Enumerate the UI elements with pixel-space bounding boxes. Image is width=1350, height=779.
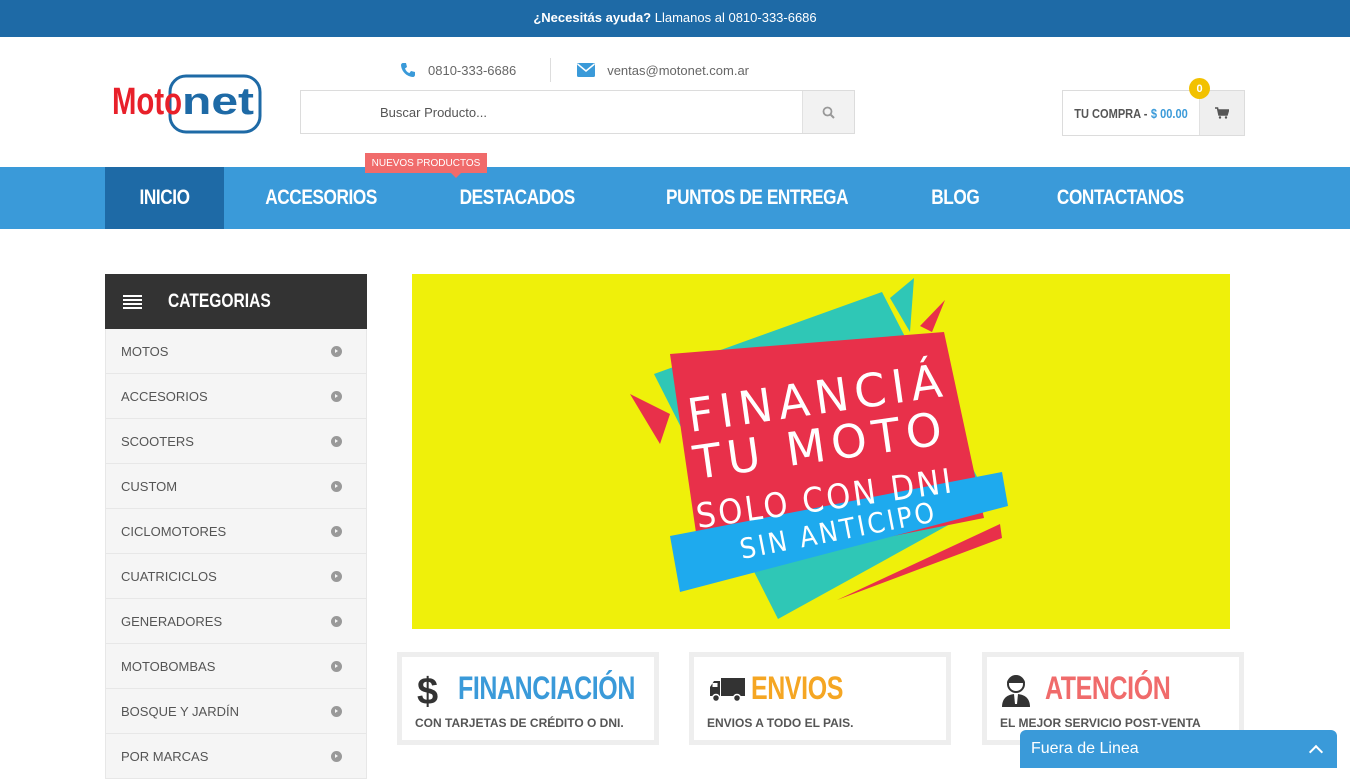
phone-icon — [401, 63, 415, 77]
category-item-motobombas[interactable]: MOTOBOMBAS — [105, 644, 367, 689]
main-nav: INICIO ACCESORIOS DESTACADOS PUNTOS DE E… — [0, 167, 1350, 229]
category-label: CICLOMOTORES — [121, 523, 227, 539]
nav-label: INICIO — [139, 186, 191, 209]
nav-label: BLOG — [931, 186, 980, 209]
phone-contact[interactable]: 0810-333-6686 — [400, 62, 516, 78]
category-item-ciclomotores[interactable]: CICLOMOTORES — [105, 509, 367, 554]
feature-title: ENVIOS — [751, 670, 843, 706]
category-item-accesorios[interactable]: ACCESORIOS — [105, 374, 367, 419]
svg-text:$: $ — [417, 673, 438, 707]
arrow-circle-right-icon — [331, 750, 342, 762]
search-input[interactable] — [301, 91, 802, 133]
nav-item-contactanos[interactable]: CONTACTANOS — [1014, 167, 1227, 229]
cart-button[interactable] — [1199, 91, 1244, 135]
feature-title: ATENCIÓN — [1045, 670, 1171, 706]
new-products-badge: NUEVOS PRODUCTOS — [365, 153, 487, 178]
product-search — [300, 90, 855, 134]
feature-subtitle: ENVIOS A TODO EL PAIS. — [707, 716, 854, 730]
top-help-bar: ¿Necesitás ayuda? Llamanos al 0810-333-6… — [0, 0, 1350, 37]
categories-title: CATEGORIAS — [168, 290, 271, 312]
chevron-up-icon[interactable] — [1308, 744, 1324, 760]
feature-envios: ENVIOS ENVIOS A TODO EL PAIS. — [689, 652, 951, 745]
feature-title: FINANCIACIÓN — [458, 670, 635, 706]
cart-amount: $ 00.00 — [1150, 105, 1188, 121]
feature-subtitle: CON TARJETAS DE CRÉDITO O DNI. — [415, 716, 624, 730]
category-label: GENERADORES — [121, 613, 223, 629]
category-label: MOTOS — [121, 343, 169, 359]
help-strong-text: ¿Necesitás ayuda? — [533, 10, 652, 25]
category-item-scooters[interactable]: SCOOTERS — [105, 419, 367, 464]
nav-item-blog[interactable]: BLOG — [897, 167, 1014, 229]
cart-summary[interactable]: TU COMPRA - $ 00.00 — [1073, 91, 1189, 135]
nav-item-destacados[interactable]: DESTACADOS — [418, 167, 616, 229]
category-label: MOTOBOMBAS — [121, 658, 216, 674]
arrow-circle-right-icon — [331, 660, 342, 672]
support-agent-icon — [1002, 675, 1030, 707]
cart-count-badge: 0 — [1189, 78, 1210, 99]
cart-label: TU COMPRA - — [1074, 105, 1148, 121]
category-item-por-marcas[interactable]: POR MARCAS — [105, 734, 367, 779]
cart-widget[interactable]: TU COMPRA - $ 00.00 — [1062, 90, 1245, 136]
category-label: BOSQUE Y JARDÍN — [121, 703, 239, 719]
search-button[interactable] — [802, 91, 854, 133]
category-item-motos[interactable]: MOTOS — [105, 329, 367, 374]
category-label: CUATRICICLOS — [121, 568, 217, 584]
arrow-circle-right-icon — [331, 570, 342, 582]
feature-financiacion: $ FINANCIACIÓN CON TARJETAS DE CRÉDITO O… — [397, 652, 659, 745]
category-label: SCOOTERS — [121, 433, 194, 449]
arrow-circle-right-icon — [331, 705, 342, 717]
help-phone-text: Llamanos al 0810-333-6686 — [654, 10, 817, 25]
category-label: POR MARCAS — [121, 748, 209, 764]
nav-item-inicio[interactable]: INICIO — [105, 167, 225, 229]
promo-graphic: FINANCIÁ TU MOTO SOLO CON DNI SIN ANTICI… — [630, 278, 1008, 619]
shopping-cart-icon — [1215, 107, 1229, 119]
category-item-cuatriciclos[interactable]: CUATRICICLOS — [105, 554, 367, 599]
arrow-circle-right-icon — [331, 390, 342, 402]
arrow-circle-right-icon — [331, 480, 342, 492]
categories-list: MOTOS ACCESORIOS SCOOTERS CUSTOM CICLOMO… — [105, 329, 367, 779]
search-icon — [822, 106, 835, 119]
contact-row: 0810-333-6686 ventas@motonet.com.ar — [400, 58, 749, 82]
phone-number: 0810-333-6686 — [428, 62, 517, 78]
email-contact[interactable]: ventas@motonet.com.ar — [577, 63, 749, 78]
dollar-icon: $ — [417, 673, 438, 707]
svg-text:net: net — [182, 81, 254, 123]
feature-subtitle: EL MEJOR SERVICIO POST-VENTA — [1000, 716, 1201, 730]
arrow-circle-right-icon — [331, 345, 342, 357]
arrow-circle-right-icon — [331, 615, 342, 627]
arrow-circle-right-icon — [331, 435, 342, 447]
nav-label: DESTACADOS — [460, 186, 576, 209]
promo-banner[interactable]: FINANCIÁ TU MOTO SOLO CON DNI SIN ANTICI… — [412, 274, 1230, 629]
contact-divider — [550, 58, 552, 82]
email-address: ventas@motonet.com.ar — [607, 62, 750, 78]
nav-label: CONTACTANOS — [1056, 186, 1184, 209]
menu-list-icon — [123, 294, 142, 309]
truck-icon — [710, 678, 745, 703]
category-item-generadores[interactable]: GENERADORES — [105, 599, 367, 644]
motonet-logo[interactable]: Moto net — [112, 72, 264, 136]
arrow-circle-right-icon — [331, 525, 342, 537]
category-label: CUSTOM — [121, 478, 178, 494]
chat-widget[interactable]: Fuera de Linea — [1020, 730, 1337, 768]
category-label: ACCESORIOS — [121, 388, 208, 404]
envelope-icon — [577, 63, 596, 77]
nav-item-puntos-de-entrega[interactable]: PUNTOS DE ENTREGA — [617, 167, 897, 229]
category-item-bosque-y-jardin[interactable]: BOSQUE Y JARDÍN — [105, 689, 367, 734]
chat-status-label: Fuera de Linea — [1031, 740, 1139, 757]
svg-text:Moto: Moto — [112, 81, 182, 123]
nav-item-accesorios[interactable]: ACCESORIOS — [224, 167, 418, 229]
categories-header[interactable]: CATEGORIAS — [105, 274, 367, 329]
nav-label: PUNTOS DE ENTREGA — [665, 186, 849, 209]
category-item-custom[interactable]: CUSTOM — [105, 464, 367, 509]
nav-label: ACCESORIOS — [265, 186, 378, 209]
